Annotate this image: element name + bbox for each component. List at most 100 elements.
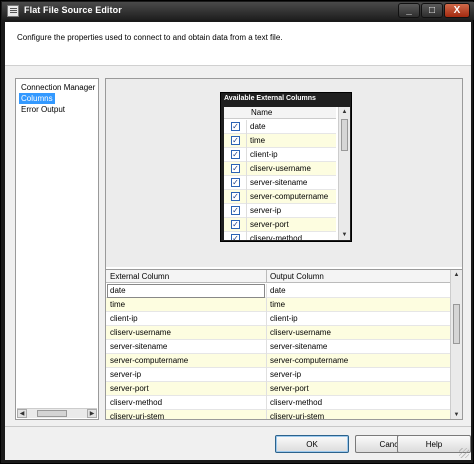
output-column-cell[interactable]: server-sitename [270,342,327,351]
cell-divider [266,284,267,298]
mapping-row[interactable]: client-ip client-ip [106,312,450,326]
cell-divider [266,340,267,354]
column-checkbox[interactable]: ✓ [231,206,240,215]
output-column-cell[interactable]: server-port [270,384,309,393]
title-bar[interactable]: Flat File Source Editor _ □ X [2,2,474,20]
external-column-cell[interactable]: server-ip [110,370,141,379]
scroll-up-icon[interactable]: ▲ [451,270,462,280]
maximize-button[interactable]: □ [421,3,443,18]
mapping-row[interactable]: server-ip server-ip [106,368,450,382]
scroll-left-icon[interactable]: ◀ [17,409,27,418]
nav-horizontal-scrollbar[interactable]: ◀ ▶ [17,408,97,418]
external-column-cell[interactable]: time [110,300,125,309]
output-column-cell[interactable]: cliserv-username [270,328,331,337]
minimize-button[interactable]: _ [398,3,420,18]
external-column-cell[interactable]: server-sitename [110,342,167,351]
available-column-row[interactable]: ✓ cliserv-username [224,162,336,176]
external-column-cell[interactable]: server-port [110,384,149,393]
mapping-grid-header: External Column Output Column [106,270,450,283]
available-column-name: cliserv-method [250,234,303,240]
column-checkbox[interactable]: ✓ [231,150,240,159]
window-title: Flat File Source Editor [24,5,122,15]
nav-item-error-output[interactable]: Error Output [19,104,67,115]
available-column-row[interactable]: ✓ server-ip [224,204,336,218]
scroll-down-icon[interactable]: ▼ [451,410,462,419]
column-checkbox[interactable]: ✓ [231,192,240,201]
available-column-name: time [250,136,266,145]
nav-item-connection-manager[interactable]: Connection Manager [19,82,97,93]
mapping-row[interactable]: cliserv-uri-stem cliserv-uri-stem [106,410,450,419]
mapping-row[interactable]: date date [106,284,450,298]
external-column-cell[interactable]: cliserv-uri-stem [110,412,164,419]
scroll-down-icon[interactable]: ▼ [339,230,350,240]
mapping-row[interactable]: cliserv-method cliserv-method [106,396,450,410]
column-checkbox[interactable]: ✓ [231,164,240,173]
cell-divider [266,382,267,396]
available-column-row[interactable]: ✓ client-ip [224,148,336,162]
external-column-cell[interactable]: date [110,286,126,295]
available-column-row[interactable]: ✓ server-sitename [224,176,336,190]
cell-divider [246,162,247,176]
mapping-row[interactable]: time time [106,298,450,312]
nav-item-columns[interactable]: Columns [19,93,55,104]
column-checkbox[interactable]: ✓ [231,122,240,131]
dialog-description: Configure the properties used to connect… [17,33,283,42]
available-column-row[interactable]: ✓ time [224,134,336,148]
available-column-name: date [250,122,266,131]
cell-divider [266,312,267,326]
output-column-header[interactable]: Output Column [270,272,324,281]
column-checkbox[interactable]: ✓ [231,136,240,145]
mapping-grid-vertical-scrollbar[interactable]: ▲ ▼ [450,270,462,419]
external-column-header[interactable]: External Column [110,272,169,281]
external-column-dropdown[interactable] [107,284,265,298]
available-column-row[interactable]: ✓ cliserv-method [224,232,336,240]
available-column-name: cliserv-username [250,164,311,173]
cell-divider [266,410,267,419]
available-columns-vertical-scrollbar[interactable]: ▲ ▼ [338,107,350,240]
available-column-name: server-port [250,220,289,229]
column-checkbox[interactable]: ✓ [231,234,240,240]
mapping-row[interactable]: server-computername server-computername [106,354,450,368]
scroll-thumb[interactable] [341,119,348,151]
available-column-name: client-ip [250,150,278,159]
cell-divider [246,218,247,232]
available-columns-title: Available External Columns [224,95,316,102]
cell-divider [266,354,267,368]
scroll-thumb[interactable] [37,410,67,417]
scroll-thumb[interactable] [453,304,460,344]
available-column-row[interactable]: ✓ server-computername [224,190,336,204]
external-column-cell[interactable]: cliserv-username [110,328,171,337]
available-column-row[interactable]: ✓ date [224,120,336,134]
mapping-row[interactable]: server-port server-port [106,382,450,396]
column-checkbox[interactable]: ✓ [231,178,240,187]
cell-divider [246,120,247,134]
external-column-cell[interactable]: server-computername [110,356,188,365]
external-column-cell[interactable]: client-ip [110,314,138,323]
output-column-cell[interactable]: server-ip [270,370,301,379]
page-navigation-list: Connection Manager Columns Error Output … [15,78,99,420]
output-column-cell[interactable]: date [270,286,286,295]
app-icon [7,5,19,17]
available-external-columns-box: Available External Columns Name ✓ date ✓ ti… [220,92,352,242]
cell-divider [246,204,247,218]
column-mapping-grid: External Column Output Column date date ti… [106,269,462,419]
mapping-row[interactable]: server-sitename server-sitename [106,340,450,354]
ok-button[interactable]: OK [275,435,349,453]
mapping-row[interactable]: cliserv-username cliserv-username [106,326,450,340]
resize-grip-icon[interactable] [459,448,469,458]
output-column-cell[interactable]: client-ip [270,314,298,323]
available-column-row[interactable]: ✓ server-port [224,218,336,232]
column-checkbox[interactable]: ✓ [231,220,240,229]
output-column-cell[interactable]: time [270,300,285,309]
scroll-right-icon[interactable]: ▶ [87,409,97,418]
scroll-up-icon[interactable]: ▲ [339,107,350,117]
output-column-cell[interactable]: server-computername [270,356,348,365]
output-column-cell[interactable]: cliserv-method [270,398,322,407]
close-button[interactable]: X [444,3,470,18]
cell-divider [246,148,247,162]
external-column-cell[interactable]: cliserv-method [110,398,162,407]
available-columns-header: Name [224,107,336,119]
window-controls: _ □ X [398,3,470,18]
output-column-cell[interactable]: cliserv-uri-stem [270,412,324,419]
cell-divider [246,176,247,190]
